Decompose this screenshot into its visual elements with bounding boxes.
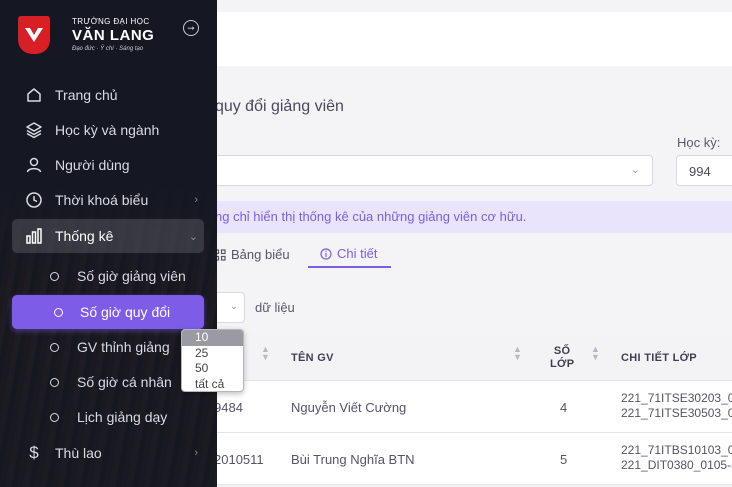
sidebar-subitem-so-gio-giang-vien[interactable]: Số giờ giảng viên <box>12 259 204 293</box>
table-header: ▲ ▼ TÊN GV ▲ ▼ SỐ LỚP ▲ ▼ CHI TIẾT LỚP <box>200 335 732 381</box>
sort-icon[interactable]: ▲ ▼ <box>591 345 600 362</box>
col-so-lop-line2: LỚP <box>550 358 575 370</box>
class-code: 221_DIT0380_0105-5 <box>621 458 732 472</box>
class-code: 221_71ITBS10103_05 <box>621 443 732 457</box>
circle-icon <box>50 412 59 422</box>
cell-so-lop: 5 <box>560 452 568 467</box>
cell-ten-gv: Nguyễn Viết Cường <box>291 400 407 415</box>
chevron-down-icon: ⌄ <box>188 230 198 243</box>
sidebar-item-label: Thù lao <box>55 445 102 461</box>
clock-icon <box>24 190 44 210</box>
cell-ten-gv: Bùi Trung Nghĩa BTN <box>291 452 415 467</box>
brand: TRƯỜNG ĐẠI HỌC VĂN LANG Đạo đức · Ý chí … <box>72 17 154 52</box>
brand-line1: TRƯỜNG ĐẠI HỌC <box>72 17 150 26</box>
dollar-icon: $ <box>29 443 39 462</box>
cell-ma-gv: 9484 <box>214 400 243 415</box>
brand-line2: VĂN LANG <box>72 27 155 44</box>
sidebar-item-hoc-ky[interactable]: Học kỳ và ngành <box>12 113 204 147</box>
info-alert: ng chỉ hiển thị thống kê của những giảng… <box>200 201 732 233</box>
page-length-suffix: dữ liệu <box>255 300 295 315</box>
sidebar-item-nguoi-dung[interactable]: Người dùng <box>12 148 204 182</box>
layers-icon <box>24 120 44 140</box>
sidebar-subitem-label: Số giờ cá nhân <box>77 374 172 390</box>
sort-icon[interactable]: ▲ ▼ <box>513 345 522 362</box>
sidebar-subitem-label: Số giờ quy đổi <box>80 304 171 320</box>
sort-icon[interactable]: ▲ ▼ <box>261 345 270 362</box>
class-code: 221_71ITSE30503_02 <box>621 406 732 420</box>
arrow-right-icon: ➞ <box>187 22 195 33</box>
table-row: 9484 Nguyễn Viết Cường 4 221_71ITSE30203… <box>200 381 732 433</box>
col-ten-gv[interactable]: TÊN GV <box>291 352 334 364</box>
university-logo[interactable] <box>18 16 50 54</box>
sidebar-subitem-lich-giang-day[interactable]: Lịch giảng dạy <box>12 400 204 434</box>
department-select[interactable]: ⌄ <box>200 155 653 186</box>
col-so-lop-line1: SỐ <box>553 345 571 357</box>
logo-emblem-icon <box>25 28 43 42</box>
cell-so-lop: 4 <box>560 400 568 415</box>
table-row: 2010511 Bùi Trung Nghĩa BTN 5 221_71ITBS… <box>200 433 732 485</box>
tab-label: Chi tiết <box>337 246 378 261</box>
page-length-option[interactable]: 25 <box>182 346 243 362</box>
circle-icon <box>50 342 59 352</box>
sidebar-item-label: Thống kê <box>55 228 114 244</box>
page-length-option[interactable]: 10 <box>182 330 243 346</box>
lecturer-table: ▲ ▼ TÊN GV ▲ ▼ SỐ LỚP ▲ ▼ CHI TIẾT LỚP 9484… <box>200 335 732 485</box>
bar-chart-icon <box>24 226 44 246</box>
chevron-right-icon: › <box>194 447 198 459</box>
sidebar-item-thu-lao[interactable]: $ Thù lao › <box>12 436 204 470</box>
cell-chi-tiet: 221_71ITBS10103_05 221_DIT0380_0105-5 <box>621 443 732 473</box>
page-length-dropdown: 10 25 50 tất cả <box>181 329 244 392</box>
hoc-ky-input[interactable]: 994 <box>676 155 732 186</box>
chevron-down-icon: ⌄ <box>630 164 640 176</box>
sidebar-item-label: Trang chủ <box>55 87 118 103</box>
info-icon <box>320 247 332 260</box>
hoc-ky-label: Học kỳ: <box>677 135 721 150</box>
user-icon <box>24 155 44 175</box>
tab-chi-tiet[interactable]: Chi tiết <box>308 241 392 268</box>
tab-bang-bieu[interactable]: Bảng biểu <box>214 241 290 268</box>
sidebar-subitem-label: Số giờ giảng viên <box>77 268 186 284</box>
page-title: ờ quy đổi giảng viên <box>200 98 344 115</box>
col-chi-tiet-lop[interactable]: CHI TIẾT LỚP <box>621 352 697 364</box>
circle-icon <box>50 377 59 387</box>
col-so-lop[interactable]: SỐ LỚP <box>550 345 574 371</box>
circle-icon <box>50 271 59 281</box>
sidebar-subitem-label: Lịch giảng dạy <box>77 409 168 425</box>
chevron-down-icon: ⌄ <box>229 301 238 312</box>
cell-chi-tiet: 221_71ITSE30203_05 221_71ITSE30503_02 <box>621 391 732 421</box>
sidebar: TRƯỜNG ĐẠI HỌC VĂN LANG Đạo đức · Ý chí … <box>0 0 217 487</box>
page-length-option[interactable]: 50 <box>182 361 243 377</box>
sidebar-subitem-gv-thinh-giang[interactable]: GV thỉnh giảng <box>12 330 204 364</box>
sidebar-item-thong-ke[interactable]: Thống kê ⌄ <box>12 219 204 253</box>
sidebar-item-trang-chu[interactable]: Trang chủ <box>12 78 204 112</box>
collapse-sidebar-button[interactable]: ➞ <box>183 20 199 36</box>
sidebar-subitem-label: GV thỉnh giảng <box>77 339 170 355</box>
sidebar-item-thoi-khoa-bieu[interactable]: Thời khoá biểu › <box>12 183 204 217</box>
sidebar-item-label: Người dùng <box>55 157 130 173</box>
sidebar-subitem-so-gio-quy-doi[interactable]: Số giờ quy đổi <box>12 295 204 329</box>
class-code: 221_71ITSE30203_05 <box>621 391 732 405</box>
brand-tagline: Đạo đức · Ý chí · Sáng tạo <box>72 46 144 52</box>
page-length-option[interactable]: tất cả <box>182 377 243 392</box>
tab-label: Bảng biểu <box>231 247 290 262</box>
chevron-right-icon: › <box>194 194 198 206</box>
home-icon <box>24 85 44 105</box>
sidebar-item-label: Học kỳ và ngành <box>55 122 160 138</box>
sidebar-subitem-so-gio-ca-nhan[interactable]: Số giờ cá nhân <box>12 365 204 399</box>
circle-icon <box>54 307 63 317</box>
cell-ma-gv: 2010511 <box>214 452 264 467</box>
sidebar-item-label: Thời khoá biểu <box>55 192 149 208</box>
